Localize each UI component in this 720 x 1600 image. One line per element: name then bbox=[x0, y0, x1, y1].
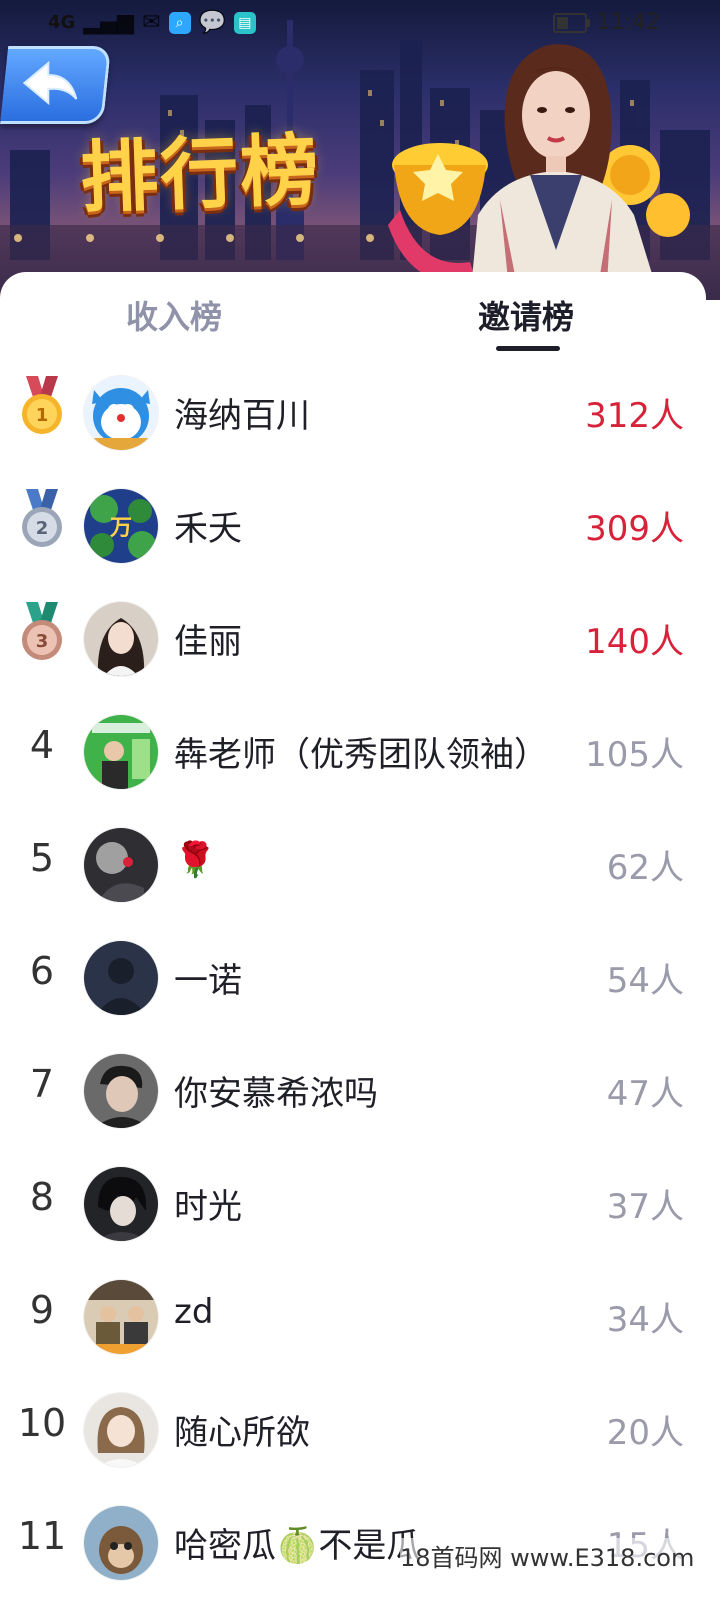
user-name: 你安慕希浓吗 bbox=[174, 1074, 378, 1114]
avatar[interactable] bbox=[84, 1280, 158, 1354]
invite-count: 309人 bbox=[585, 509, 684, 549]
list-item[interactable]: 6 一诺 54人 bbox=[0, 921, 706, 1034]
list-item[interactable]: 1 海纳百川 312人 bbox=[0, 356, 706, 469]
avatar[interactable] bbox=[84, 602, 158, 676]
back-button[interactable] bbox=[0, 46, 112, 124]
leaderboard-card: 收入榜 邀请榜 1 海纳百川 312人 2 万 禾夭 309人 3 佳丽 140… bbox=[0, 272, 706, 1600]
silver-medal-icon: 2 bbox=[22, 489, 62, 547]
list-item[interactable]: 4 犇老师（优秀团队领袖） 105人 bbox=[0, 695, 706, 808]
invite-count: 105人 bbox=[585, 735, 684, 775]
rank-number: 6 bbox=[29, 949, 55, 993]
avatar[interactable] bbox=[84, 1054, 158, 1128]
rank-number: 4 bbox=[29, 723, 55, 767]
list-item[interactable]: 5 🌹 62人 bbox=[0, 808, 706, 921]
avatar[interactable] bbox=[84, 1393, 158, 1467]
header-banner: 4G ▂▄▆ ✉ ⌕ 💬 ▤ 11:42 排行榜 bbox=[0, 0, 720, 300]
invite-count: 54人 bbox=[606, 961, 684, 1001]
invite-count: 34人 bbox=[606, 1300, 684, 1340]
user-name: 犇老师（优秀团队领袖） bbox=[174, 735, 548, 775]
user-name: 🌹 bbox=[174, 840, 217, 880]
svg-text:万: 万 bbox=[109, 516, 132, 541]
invite-count: 62人 bbox=[606, 848, 684, 888]
list-item[interactable]: 8 时光 37人 bbox=[0, 1147, 706, 1260]
list-item[interactable]: 9 zd 34人 bbox=[0, 1260, 706, 1373]
user-name: 哈密瓜🍈不是瓜 bbox=[174, 1526, 421, 1566]
chat-app-icon: 💬 bbox=[198, 10, 226, 35]
rank-number: 9 bbox=[29, 1288, 55, 1332]
invite-count: 312人 bbox=[585, 396, 684, 436]
user-name: 佳丽 bbox=[174, 622, 242, 662]
svg-text:2: 2 bbox=[36, 518, 49, 539]
avatar[interactable] bbox=[84, 376, 158, 450]
list-item[interactable]: 7 你安慕希浓吗 47人 bbox=[0, 1034, 706, 1147]
rank-number: 7 bbox=[29, 1062, 55, 1106]
user-name: 时光 bbox=[174, 1187, 242, 1227]
user-name: 海纳百川 bbox=[174, 396, 310, 436]
list-item[interactable]: 10 随心所欲 20人 bbox=[0, 1373, 706, 1486]
user-name: 一诺 bbox=[174, 961, 242, 1001]
invite-count: 47人 bbox=[606, 1074, 684, 1114]
svg-text:3: 3 bbox=[36, 631, 49, 652]
avatar[interactable] bbox=[84, 715, 158, 789]
active-tab-indicator bbox=[496, 346, 560, 351]
tab-invite-ranking[interactable]: 邀请榜 bbox=[478, 292, 574, 338]
back-arrow-icon bbox=[22, 60, 78, 106]
search-app-icon: ⌕ bbox=[168, 11, 191, 34]
battery-icon bbox=[552, 12, 590, 33]
user-name: 禾夭 bbox=[174, 509, 242, 549]
avatar[interactable]: 万 bbox=[84, 489, 158, 563]
invite-count: 37人 bbox=[606, 1187, 684, 1227]
page-title: 排行榜 bbox=[78, 125, 322, 225]
list-item[interactable]: 3 佳丽 140人 bbox=[0, 582, 706, 695]
rank-number: 10 bbox=[17, 1401, 67, 1445]
tab-income-ranking[interactable]: 收入榜 bbox=[126, 292, 222, 338]
status-time: 11:42 bbox=[596, 10, 660, 35]
svg-text:1: 1 bbox=[36, 405, 49, 426]
user-name: 随心所欲 bbox=[174, 1413, 310, 1453]
user-name: zd bbox=[174, 1292, 214, 1332]
rank-number: 8 bbox=[29, 1175, 55, 1219]
invite-count: 140人 bbox=[585, 622, 684, 662]
avatar[interactable] bbox=[84, 1506, 158, 1580]
invite-count: 20人 bbox=[606, 1413, 684, 1453]
avatar[interactable] bbox=[84, 941, 158, 1015]
status-bar: 4G ▂▄▆ ✉ ⌕ 💬 ▤ 11:42 bbox=[0, 0, 720, 44]
gold-medal-icon: 1 bbox=[22, 376, 62, 434]
rank-number: 5 bbox=[29, 836, 55, 880]
signal-icon: 4G bbox=[48, 12, 76, 33]
tab-bar: 收入榜 邀请榜 bbox=[0, 272, 706, 356]
notification-icon: ✉ bbox=[142, 10, 161, 35]
avatar[interactable] bbox=[84, 1167, 158, 1241]
list-item[interactable]: 2 万 禾夭 309人 bbox=[0, 469, 706, 582]
avatar[interactable] bbox=[84, 828, 158, 902]
watermark-text: 18首码网 www.E318.com bbox=[400, 1538, 695, 1573]
wifi-icon: ▂▄▆ bbox=[83, 10, 135, 35]
book-app-icon: ▤ bbox=[233, 11, 256, 34]
bronze-medal-icon: 3 bbox=[22, 602, 62, 660]
rank-number: 11 bbox=[17, 1514, 67, 1558]
